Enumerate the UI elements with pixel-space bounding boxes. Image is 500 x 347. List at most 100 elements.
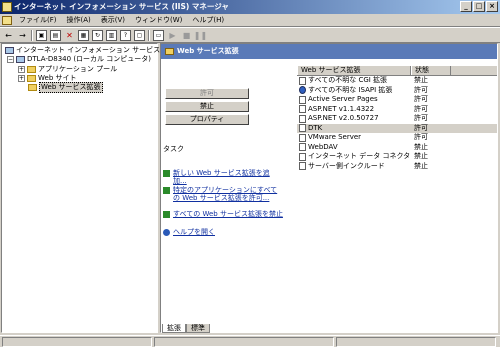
tree-root[interactable]: インターネット インフォメーション サービス [5, 46, 160, 55]
play-icon: ▶ [169, 30, 176, 40]
list-item[interactable]: WebDAV 禁止 [297, 143, 497, 153]
tree-pane: インターネット インフォメーション サービス − DTLA-D8340 (ローカ… [1, 43, 160, 333]
show-tree-icon[interactable]: ▤ [50, 29, 61, 41]
list-item[interactable]: すべての不明な CGI 拡張 禁止 [297, 76, 497, 86]
list-item[interactable]: ASP.NET v1.1.4322 許可 [297, 105, 497, 115]
list-header: Web サービス拡張 状態 [297, 66, 497, 76]
refresh-icon[interactable]: ↻ [92, 29, 103, 41]
stop-icon: ■ [182, 30, 191, 40]
back-arrow-icon[interactable]: ← [3, 30, 14, 41]
maximize-button[interactable]: □ [473, 1, 485, 12]
extension-status: 許可 [414, 85, 428, 94]
menu-help[interactable]: ヘルプ(H) [187, 14, 229, 27]
help-icon[interactable]: ? [120, 29, 131, 41]
task-deny-all[interactable]: すべての Web サービス拡張を禁止 [163, 210, 283, 218]
extension-status: 禁止 [414, 161, 428, 170]
task-link[interactable]: 特定のアプリケーションにすべての Web サービス拡張を許可... [173, 186, 283, 202]
system-menu-icon[interactable] [2, 15, 12, 25]
menu-window[interactable]: ウィンドウ(W) [130, 14, 187, 27]
delete-icon[interactable]: ✕ [64, 30, 75, 41]
allow-icon [163, 187, 170, 194]
extension-icon [299, 143, 306, 152]
menu-bar: ファイル(F) 操作(A) 表示(V) ウィンドウ(W) ヘルプ(H) [0, 14, 500, 27]
column-header-status[interactable]: 状態 [411, 66, 451, 75]
task-open-help[interactable]: ヘルプを開く [163, 228, 283, 236]
menu-file[interactable]: ファイル(F) [14, 14, 62, 27]
tree-item-label: アプリケーション プール [38, 65, 118, 73]
status-panel [336, 337, 496, 347]
minimize-button[interactable]: _ [460, 1, 472, 12]
up-level-icon[interactable]: ▣ [36, 29, 47, 41]
forward-arrow-icon[interactable]: → [17, 30, 28, 41]
task-add-extension[interactable]: 新しい Web サービス拡張を追加... [163, 169, 283, 185]
status-bar [0, 335, 500, 347]
column-header-extension[interactable]: Web サービス拡張 [297, 66, 411, 75]
tree-item-web-service-extensions[interactable]: Web サービス拡張 [28, 82, 103, 93]
extension-icon [299, 86, 306, 95]
computer-icon[interactable]: ▭ [153, 29, 164, 41]
computer-icon [16, 56, 25, 63]
tab-extended[interactable]: 拡張 [162, 324, 186, 333]
list-item[interactable]: すべての不明な ISAPI 拡張 許可 [297, 86, 497, 96]
tree-item-label: Web サービス拡張 [39, 82, 103, 93]
list-item-selected[interactable]: DTK 許可 [297, 123, 497, 133]
list-item[interactable]: インターネット データ コネクタ 禁止 [297, 152, 497, 162]
extension-name: すべての不明な ISAPI 拡張 [308, 85, 393, 94]
expand-icon[interactable]: + [18, 66, 25, 73]
tree-server-label: DTLA-D8340 (ローカル コンピュータ) [27, 55, 152, 63]
folder-icon [165, 48, 174, 55]
panel-header: Web サービス拡張 [161, 44, 497, 59]
extension-status: 許可 [414, 114, 428, 122]
tree-item-app-pools[interactable]: + アプリケーション プール [18, 65, 117, 74]
panel-title: Web サービス拡張 [177, 47, 239, 55]
extension-name: WebDAV [308, 142, 338, 151]
extension-status: 許可 [414, 95, 428, 103]
add-icon [163, 170, 170, 177]
extension-icon [299, 162, 306, 171]
window-title: インターネット インフォメーション サービス (IIS) マネージャ [14, 2, 229, 11]
extension-name: インターネット データ コネクタ [308, 152, 411, 160]
expand-icon[interactable]: + [18, 75, 25, 82]
toolbar-separator [31, 29, 33, 41]
deny-button[interactable]: 禁止 [165, 101, 249, 112]
deny-icon [163, 211, 170, 218]
list-item[interactable]: VMware Server 許可 [297, 133, 497, 143]
menu-view[interactable]: 表示(V) [96, 14, 130, 27]
extension-name: サーバー側インクルード [308, 161, 385, 170]
close-button[interactable]: × [486, 1, 498, 12]
properties-button[interactable]: プロパティ [165, 114, 249, 125]
export-list-icon[interactable]: ▥ [106, 29, 117, 41]
task-link[interactable]: すべての Web サービス拡張を禁止 [173, 210, 283, 218]
extension-icon [299, 124, 306, 133]
menu-action[interactable]: 操作(A) [62, 14, 96, 27]
task-link[interactable]: 新しい Web サービス拡張を追加... [173, 169, 283, 185]
extension-name: すべての不明な CGI 拡張 [308, 76, 388, 84]
extension-name: ASP.NET v2.0.50727 [308, 114, 379, 122]
list-item[interactable]: サーバー側インクルード 禁止 [297, 162, 497, 172]
extension-name: VMware Server [308, 133, 362, 141]
extension-status: 禁止 [414, 142, 428, 151]
allow-button[interactable]: 許可 [165, 88, 249, 99]
extension-list: Web サービス拡張 状態 すべての不明な CGI 拡張 禁止 すべての不明な … [297, 66, 497, 328]
list-item[interactable]: Active Server Pages 許可 [297, 95, 497, 105]
extension-icon [299, 105, 306, 114]
task-allow-all-for-app[interactable]: 特定のアプリケーションにすべての Web サービス拡張を許可... [163, 186, 283, 202]
collapse-icon[interactable]: − [7, 56, 14, 63]
tree-server[interactable]: − DTLA-D8340 (ローカル コンピュータ) [7, 55, 151, 64]
extension-status: 許可 [414, 123, 428, 132]
view-tabs: 拡張 標準 [162, 324, 210, 333]
list-item[interactable]: ASP.NET v2.0.50727 許可 [297, 114, 497, 124]
help-icon [163, 229, 170, 236]
extension-status: 禁止 [414, 76, 428, 84]
toolbar-separator [148, 29, 150, 41]
folder-icon [27, 75, 36, 82]
tab-standard[interactable]: 標準 [186, 324, 210, 333]
extension-status: 禁止 [414, 152, 428, 160]
console-icon[interactable]: ▢ [134, 29, 145, 41]
extension-icon [299, 152, 306, 161]
properties-icon[interactable]: ▦ [78, 29, 89, 41]
status-panel [2, 337, 152, 347]
title-bar: インターネット インフォメーション サービス (IIS) マネージャ _ □ × [0, 0, 500, 14]
extension-name: DTK [308, 123, 323, 132]
task-link[interactable]: ヘルプを開く [173, 228, 215, 236]
